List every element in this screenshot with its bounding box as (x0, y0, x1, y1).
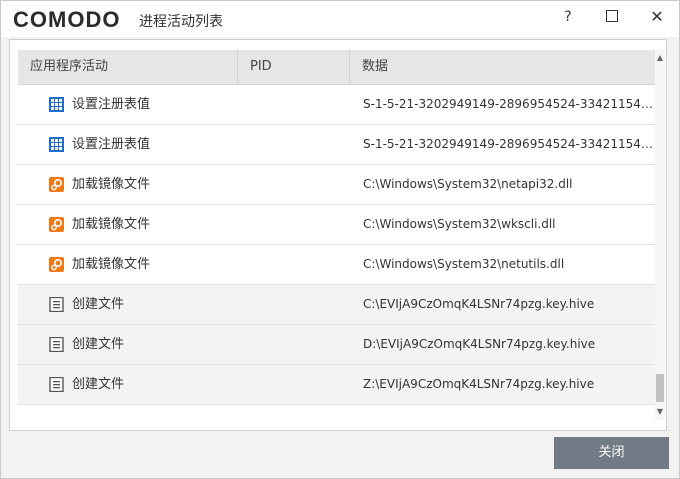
data-cell: C:\Windows\System32\netapi32.dll (363, 177, 573, 191)
column-header-data[interactable]: 数据 (350, 50, 655, 84)
maximize-icon (606, 9, 618, 22)
process-activity-window: COMODO 进程活动列表 ? ✕ 应用程序活动 PID 数据 设置注册表值 S… (0, 0, 680, 479)
file-icon (49, 297, 64, 312)
table-row[interactable]: 加载镜像文件 C:\Windows\System32\netapi32.dll (18, 165, 655, 205)
data-cell: C:\Windows\System32\netutils.dll (363, 257, 565, 271)
table-row[interactable]: 设置注册表值 S-1-5-21-3202949149-2896954524-33… (18, 125, 655, 165)
data-cell: Z:\EVIjA9CzOmqK4LSNr74pzg.key.hive (363, 377, 595, 391)
table-row[interactable]: 加载镜像文件 C:\Windows\System32\wkscli.dll (18, 205, 655, 245)
table-header: 应用程序活动 PID 数据 (18, 50, 655, 85)
data-cell: S-1-5-21-3202949149-2896954524-334211545… (363, 97, 653, 111)
maximize-button[interactable] (597, 5, 627, 29)
data-cell: D:\EVIjA9CzOmqK4LSNr74pzg.key.hive (363, 337, 596, 351)
activity-cell: 加载镜像文件 (72, 217, 151, 232)
window-title: 进程活动列表 (139, 14, 223, 30)
table-row[interactable]: 创建文件 Z:\EVIjA9CzOmqK4LSNr74pzg.key.hive (18, 365, 655, 405)
activity-cell: 设置注册表值 (72, 97, 151, 112)
column-header-activity[interactable]: 应用程序活动 (18, 50, 238, 84)
activity-cell: 创建文件 (72, 337, 125, 352)
registry-grid-icon (49, 97, 64, 112)
help-button[interactable]: ? (553, 5, 583, 29)
data-cell: C:\Windows\System32\wkscli.dll (363, 217, 556, 231)
activity-cell: 设置注册表值 (72, 137, 151, 152)
activity-cell: 加载镜像文件 (72, 257, 151, 272)
table-body: 设置注册表值 S-1-5-21-3202949149-2896954524-33… (18, 85, 655, 405)
data-cell: C:\EVIjA9CzOmqK4LSNr74pzg.key.hive (363, 297, 595, 311)
file-icon (49, 377, 64, 392)
vertical-scrollbar[interactable]: ▲ ▼ (655, 50, 665, 420)
close-window-button[interactable]: ✕ (642, 5, 672, 29)
close-button[interactable]: 关闭 (554, 437, 669, 469)
table-row[interactable]: 加载镜像文件 C:\Windows\System32\netutils.dll (18, 245, 655, 285)
gear-icon (49, 177, 64, 192)
table-row[interactable]: 创建文件 D:\EVIjA9CzOmqK4LSNr74pzg.key.hive (18, 325, 655, 365)
title-bar: COMODO 进程活动列表 ? ✕ (1, 1, 679, 37)
data-cell: S-1-5-21-3202949149-2896954524-334211545… (363, 137, 653, 151)
table-row[interactable]: 设置注册表值 S-1-5-21-3202949149-2896954524-33… (18, 85, 655, 125)
gear-icon (49, 257, 64, 272)
comodo-logo: COMODO (13, 7, 121, 32)
activity-cell: 创建文件 (72, 297, 125, 312)
column-header-pid[interactable]: PID (238, 50, 350, 84)
scrollbar-thumb[interactable] (656, 374, 664, 402)
scroll-down-arrow-icon[interactable]: ▼ (655, 406, 665, 418)
activity-table-panel: 应用程序活动 PID 数据 设置注册表值 S-1-5-21-3202949149… (9, 39, 667, 431)
activity-cell: 创建文件 (72, 377, 125, 392)
registry-grid-icon (49, 137, 64, 152)
gear-icon (49, 217, 64, 232)
activity-cell: 加载镜像文件 (72, 177, 151, 192)
scroll-up-arrow-icon[interactable]: ▲ (655, 52, 665, 64)
table-row[interactable]: 创建文件 C:\EVIjA9CzOmqK4LSNr74pzg.key.hive (18, 285, 655, 325)
file-icon (49, 337, 64, 352)
